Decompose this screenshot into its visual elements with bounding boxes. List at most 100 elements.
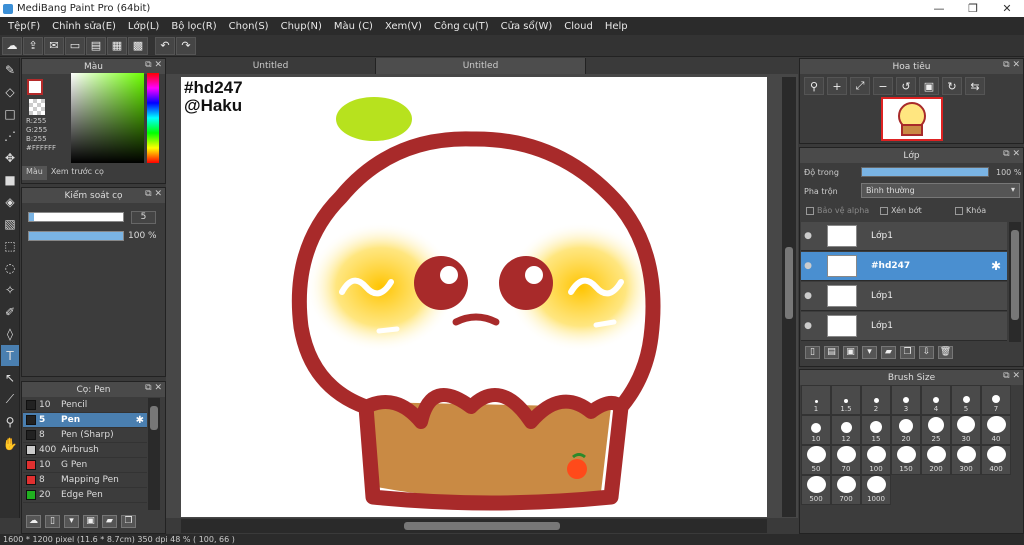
grid-icon[interactable]: ▩ [128,36,148,55]
zoom-in-icon[interactable]: + [827,77,847,95]
navigator-thumbnail[interactable] [881,97,943,141]
menu-select[interactable]: Chọn(S) [223,21,275,32]
tab-color[interactable]: Màu [22,166,47,180]
close-icon[interactable]: ✕ [990,2,1024,15]
undo-icon[interactable]: ↶ [155,36,175,55]
fit-icon[interactable]: ⤢ [850,77,870,95]
menu-layer[interactable]: Lớp(L) [122,21,165,32]
brush-size-cell[interactable]: 50 [801,445,831,475]
lock-checkbox[interactable]: Khóa [955,206,986,215]
zoom-icon[interactable]: ⚲ [804,77,824,95]
layer-folder-icon[interactable]: ▰ [881,345,896,359]
brush-size-cell[interactable]: 12 [831,415,861,445]
clipping-checkbox[interactable]: Xén bớt [880,206,922,215]
add-layer-menu-icon[interactable]: ▾ [862,345,877,359]
brush-item[interactable]: 8 Pen (Sharp) [23,428,147,443]
brush-item[interactable]: 10 Pencil [23,398,147,413]
brush-size-cell[interactable]: 30 [951,415,981,445]
panel-pin-close-icon[interactable]: ⧉ ✕ [145,189,162,199]
brush-size-cell[interactable]: 300 [951,445,981,475]
merge-layer-icon[interactable]: ⇩ [919,345,934,359]
layer-list-scrollbar[interactable] [1009,222,1021,342]
brush-copy-icon[interactable]: ▣ [83,514,98,528]
protect-alpha-checkbox[interactable]: Bảo vệ alpha [806,206,869,215]
brush-size-cell[interactable]: 1.5 [831,385,861,415]
brush-size-cell[interactable]: 1000 [861,475,891,505]
eyedropper-tool-icon[interactable]: ⚲ [1,411,19,432]
brush-size-cell[interactable]: 500 [801,475,831,505]
brush-size-cell[interactable]: 7 [981,385,1011,415]
dot-tool-icon[interactable]: ⋰ [1,125,19,146]
upload-icon[interactable]: ⇪ [23,36,43,55]
gear-icon[interactable]: ✱ [991,259,1001,273]
layer-row[interactable]: ● Lớp1 [801,222,1007,251]
brush-item[interactable]: 20 Edge Pen [23,488,147,503]
brush-size-cell[interactable]: 400 [981,445,1011,475]
brush-size-cell[interactable]: 25 [921,415,951,445]
new-8bit-layer-icon[interactable]: ▣ [843,345,858,359]
primary-color-swatch[interactable] [27,79,43,95]
brush-tool-icon[interactable]: ✎ [1,59,19,80]
gear-icon[interactable]: ✱ [136,415,144,426]
minimize-icon[interactable]: — [922,2,956,15]
brush-size-cell[interactable]: 100 [861,445,891,475]
document-icon[interactable]: ▤ [86,36,106,55]
maximize-icon[interactable]: ❐ [956,2,990,15]
chat-icon[interactable]: ✉ [44,36,64,55]
panel-pin-close-icon[interactable]: ⧉ ✕ [145,383,162,393]
brush-cloud-icon[interactable]: ☁ [26,514,41,528]
new-layer-icon[interactable]: ▯ [805,345,820,359]
tab-document-2[interactable]: Untitled [376,58,586,74]
panel-pin-close-icon[interactable]: ⧉ ✕ [1003,149,1020,159]
new-halftone-layer-icon[interactable]: ▤ [824,345,839,359]
visibility-icon[interactable]: ● [801,321,815,331]
brush-list-scrollbar[interactable] [148,398,160,510]
brush-size-cell[interactable]: 200 [921,445,951,475]
layer-row[interactable]: ● Lớp1 [801,312,1007,341]
cloud-icon[interactable]: ☁ [2,36,22,55]
brush-size-cell[interactable]: 20 [891,415,921,445]
divide-tool-icon[interactable]: ⟋ [1,389,19,410]
rotate-left-icon[interactable]: ↺ [896,77,916,95]
menu-tools[interactable]: Công cụ(T) [428,21,495,32]
menu-view[interactable]: Xem(V) [379,21,428,32]
menu-filter[interactable]: Bộ lọc(R) [165,21,222,32]
menu-cloud[interactable]: Cloud [558,21,599,32]
layer-row-selected[interactable]: ● #hd247 ✱ [801,252,1007,281]
delete-layer-icon[interactable]: 🗑 [938,345,953,359]
brush-size-slider[interactable] [28,212,124,222]
brush-size-cell[interactable]: 5 [951,385,981,415]
blend-mode-select[interactable]: Bình thường ▾ [861,183,1020,198]
eraser-tool-icon[interactable]: ◇ [1,81,19,102]
new-brush-icon[interactable]: ▯ [45,514,60,528]
visibility-icon[interactable]: ● [801,291,815,301]
text-tool-icon[interactable]: T [1,345,19,366]
canvas-vertical-scrollbar[interactable] [782,77,796,517]
actual-size-icon[interactable]: ▣ [919,77,939,95]
brush-size-value[interactable]: 5 [131,211,156,224]
menu-edit[interactable]: Chỉnh sửa(E) [46,21,122,32]
hand-tool-icon[interactable]: ✋ [1,433,19,454]
brush-size-cell[interactable]: 70 [831,445,861,475]
menu-file[interactable]: Tệp(F) [2,21,46,32]
operation-tool-icon[interactable]: ↖ [1,367,19,388]
brush-size-cell[interactable]: 15 [861,415,891,445]
brush-duplicate-icon[interactable]: ❐ [121,514,136,528]
panel-pin-close-icon[interactable]: ⧉ ✕ [145,60,162,70]
menu-window[interactable]: Cửa sổ(W) [495,21,559,32]
rectangle-tool-icon[interactable]: □ [1,103,19,124]
brush-item[interactable]: 400 Airbrush [23,443,147,458]
brush-size-cell[interactable]: 3 [891,385,921,415]
zoom-out-icon[interactable]: − [873,77,893,95]
brush-settings-icon[interactable]: ▾ [64,514,79,528]
redo-icon[interactable]: ↷ [176,36,196,55]
menu-help[interactable]: Help [599,21,634,32]
menu-snap[interactable]: Chụp(N) [275,21,328,32]
hue-slider[interactable] [147,73,159,163]
brush-item[interactable]: 10 G Pen [23,458,147,473]
brush-size-cell[interactable]: 10 [801,415,831,445]
magic-wand-tool-icon[interactable]: ✧ [1,279,19,300]
panel-pin-close-icon[interactable]: ⧉ ✕ [1003,60,1020,70]
brush-item[interactable]: 5 Pen ✱ [23,413,147,428]
duplicate-layer-icon[interactable]: ❐ [900,345,915,359]
